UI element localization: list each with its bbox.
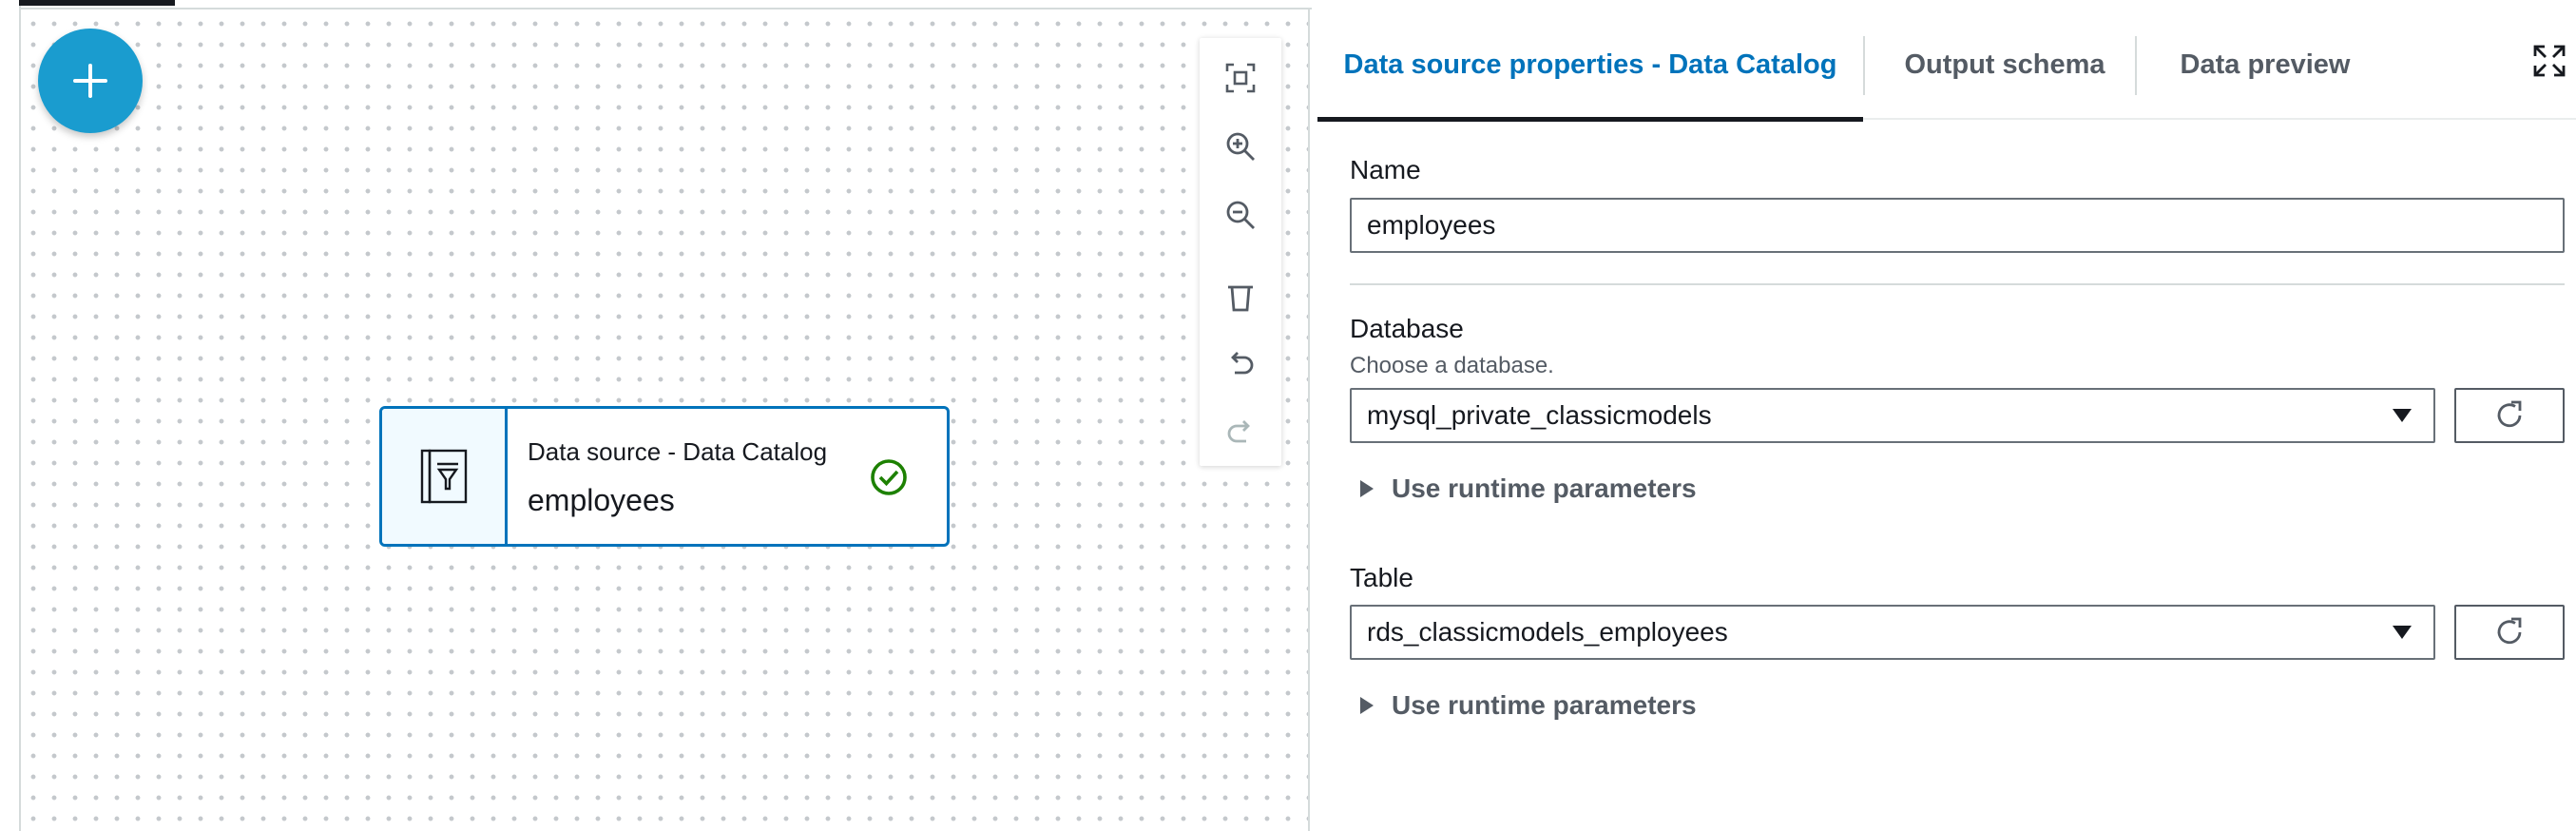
table-label: Table — [1350, 563, 1413, 592]
delete-button[interactable] — [1216, 272, 1265, 321]
add-node-button[interactable] — [38, 29, 143, 133]
canvas-left-border — [19, 0, 21, 831]
canvas-top-accent — [19, 0, 175, 6]
name-label: Name — [1350, 155, 1421, 184]
undo-button[interactable] — [1216, 340, 1265, 390]
node-icon-box — [382, 409, 508, 544]
database-description: Choose a database. — [1350, 353, 1554, 378]
properties-tabs: Data source properties - Data Catalog Ou… — [1317, 10, 2576, 122]
canvas-top-border — [19, 8, 1312, 10]
refresh-icon — [2497, 400, 2522, 428]
redo-icon — [1227, 420, 1250, 443]
database-select-value: mysql_private_classicmodels — [1367, 400, 1712, 430]
expand-icon[interactable] — [2532, 44, 2566, 78]
glue-studio-editor: Data source - Data Catalog employees Dat… — [0, 0, 2576, 831]
table-select[interactable]: rds_classicmodels_employees — [1350, 605, 2435, 660]
section-divider — [1350, 283, 2565, 285]
name-input[interactable] — [1350, 198, 2565, 253]
caret-right-icon — [1360, 480, 1374, 497]
fit-view-button[interactable] — [1216, 53, 1265, 103]
fit-view-icon — [1225, 63, 1256, 93]
tab-data-source-properties[interactable]: Data source properties - Data Catalog — [1317, 10, 1863, 122]
database-label: Database — [1350, 314, 1464, 343]
tab-data-preview[interactable]: Data preview — [2137, 10, 2393, 120]
zoom-out-button[interactable] — [1216, 190, 1265, 240]
table-runtime-parameters[interactable]: Use runtime parameters — [1359, 690, 1697, 721]
success-check-icon — [871, 459, 907, 495]
plus-icon — [73, 64, 107, 98]
caret-down-icon — [2393, 409, 2412, 422]
node-type-label: Data source - Data Catalog — [528, 437, 828, 466]
caret-down-icon — [2393, 626, 2412, 639]
node-name: employees — [528, 483, 675, 517]
trash-icon — [1228, 285, 1253, 312]
undo-icon — [1231, 352, 1254, 375]
database-select[interactable]: mysql_private_classicmodels — [1350, 388, 2435, 443]
database-refresh-button[interactable] — [2454, 388, 2565, 443]
tab-output-schema[interactable]: Output schema — [1865, 10, 2144, 120]
data-source-node[interactable]: Data source - Data Catalog employees — [379, 406, 950, 547]
zoom-in-icon — [1226, 132, 1255, 161]
canvas-toolbar — [1200, 38, 1281, 466]
table-select-value: rds_classicmodels_employees — [1367, 617, 1728, 647]
table-runtime-label: Use runtime parameters — [1392, 690, 1697, 720]
panel-divider[interactable] — [1308, 10, 1310, 831]
database-runtime-parameters[interactable]: Use runtime parameters — [1359, 473, 1697, 504]
redo-button[interactable] — [1216, 409, 1265, 458]
refresh-icon — [2497, 617, 2522, 645]
zoom-out-icon — [1226, 201, 1255, 229]
table-refresh-button[interactable] — [2454, 605, 2565, 660]
zoom-in-button[interactable] — [1216, 122, 1265, 171]
data-catalog-icon — [420, 449, 467, 504]
database-runtime-label: Use runtime parameters — [1392, 473, 1697, 503]
caret-right-icon — [1360, 697, 1374, 714]
